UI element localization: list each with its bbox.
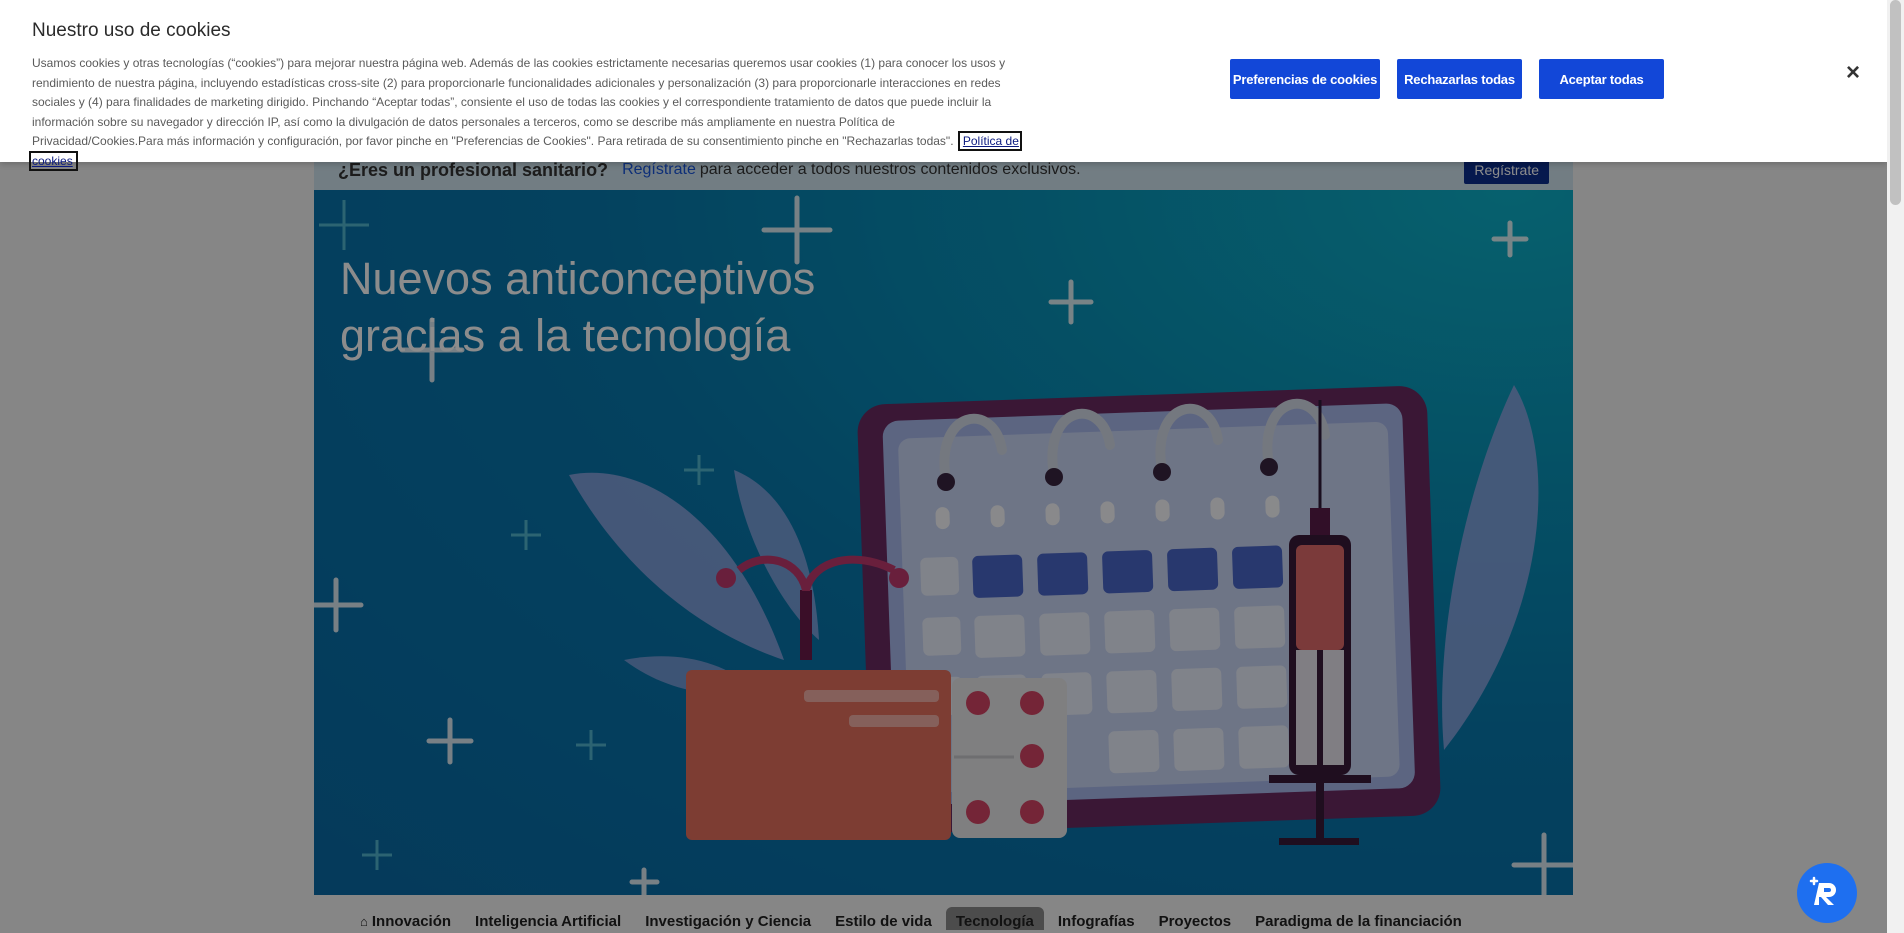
cookie-title: Nuestro uso de cookies <box>32 20 231 41</box>
cookie-banner: Nuestro uso de cookies Usamos cookies y … <box>0 0 1887 171</box>
chat-assistant-button[interactable] <box>1797 863 1857 923</box>
cookie-preferences-button[interactable]: Preferencias de cookies <box>1230 59 1380 99</box>
cookie-description: Usamos cookies y otras tecnologías (“coo… <box>29 56 1022 171</box>
chat-assistant-icon <box>1809 876 1836 905</box>
page-scrollbar[interactable] <box>1887 0 1904 933</box>
close-icon[interactable]: × <box>1843 61 1863 85</box>
reject-all-button[interactable]: Rechazarlas todas <box>1397 59 1522 99</box>
accept-all-button[interactable]: Aceptar todas <box>1539 59 1664 99</box>
scrollbar-thumb[interactable] <box>1890 0 1901 205</box>
